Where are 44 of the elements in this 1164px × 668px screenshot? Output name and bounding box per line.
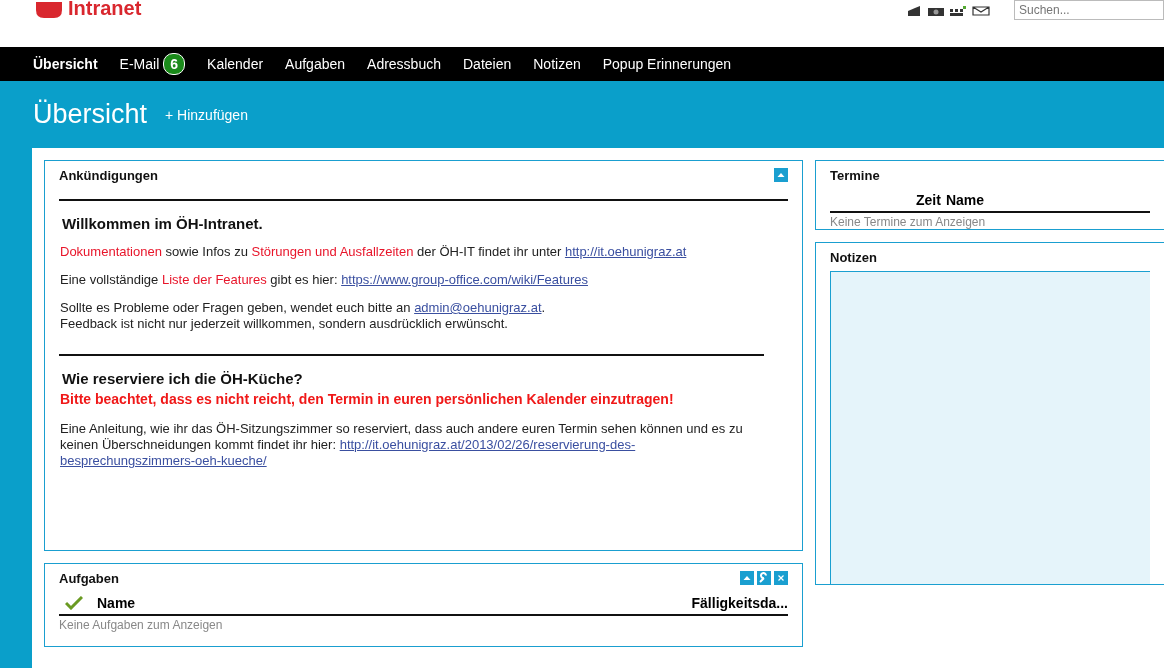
announcement-text: Dokumentationen sowie Infos zu Störungen und Ausfallzeiten der ÖH-IT findet ihr unter http://it.oehunigraz.at bbox=[60, 244, 688, 260]
nav-tab[interactable]: Dateien bbox=[452, 52, 523, 76]
panel-title: Ankündigungen bbox=[59, 167, 158, 183]
link[interactable]: http://it.oehunigraz.at/2013/02/26/reservierung-des- bbox=[339, 437, 636, 452]
grid-icon[interactable] bbox=[950, 6, 966, 16]
logo-text: Intranet bbox=[68, 0, 142, 18]
nav-tab[interactable]: E-Mail 6 bbox=[108, 49, 197, 79]
camera-icon[interactable] bbox=[928, 6, 944, 16]
empty-message: Keine Termine zum Anzeigen bbox=[830, 214, 987, 229]
nav-tab[interactable]: Popup Erinnerungen bbox=[591, 52, 743, 76]
link[interactable]: admin@oehunigraz.at bbox=[414, 300, 542, 315]
nav-tab[interactable]: Kalender bbox=[196, 52, 275, 76]
link[interactable]: https://www.group-office.com/wiki/Features bbox=[341, 272, 588, 287]
nav-tab[interactable]: Adressbuch bbox=[356, 52, 452, 76]
announcement-text: Sollte es Probleme oder Fragen geben, wendet euch bitte an admin@oehunigraz.at. Feedback ist nicht nur jederzeit willkommen, sondern ausdrücklich erwünscht. bbox=[60, 300, 547, 332]
welcome-heading: Willkommen im ÖH-Intranet. bbox=[62, 215, 264, 232]
column-header[interactable]: Name bbox=[945, 192, 985, 208]
column-header[interactable]: Zeit bbox=[916, 192, 941, 208]
nav-tab[interactable]: Aufgaben bbox=[274, 52, 357, 76]
settings-button[interactable] bbox=[757, 571, 771, 585]
column-header[interactable]: Fälligkeitsda... bbox=[691, 595, 788, 611]
nav-tab[interactable]: Notizen bbox=[522, 52, 592, 76]
empty-message: Keine Aufgaben zum Anzeigen bbox=[59, 617, 224, 632]
page-title: Übersicht bbox=[33, 99, 148, 130]
notes-field[interactable] bbox=[830, 271, 1150, 585]
column-header[interactable]: Name bbox=[97, 595, 136, 611]
unread-count: 6 bbox=[163, 53, 186, 75]
panel-title: Termine bbox=[830, 167, 880, 183]
announcement-text: Eine Anleitung, wie ihr das ÖH-Sitzungszimmer so reserviert, dass auch andere euren Termin sehen können und es zu keinen Überschneidungen kommt findet ihr hier: http://it.oehunigraz.at/2013/02/26/reservierung-des- besprechungszimmers-oeh-kueche/ bbox=[60, 421, 744, 469]
search-field[interactable]: Suchen... bbox=[1014, 0, 1164, 20]
collapse-button[interactable] bbox=[774, 168, 788, 182]
section-heading: Wie reserviere ich die ÖH-Küche? bbox=[62, 370, 304, 387]
panel-title: Notizen bbox=[830, 249, 877, 265]
announcement-text: Eine vollständige Liste der Features gibt es hier: https://www.group-office.com/wiki/Features bbox=[60, 272, 589, 288]
panel-title: Aufgaben bbox=[59, 570, 119, 586]
link[interactable]: besprechungszimmers-oeh-kueche/ bbox=[60, 453, 267, 468]
mail-icon[interactable] bbox=[972, 6, 990, 16]
warning-text: Bitte beachtet, dass es nicht reicht, den Termin in euren persönlichen Kalender einzutragen! bbox=[60, 391, 675, 407]
nav-tab[interactable]: Übersicht bbox=[22, 52, 109, 76]
logo-icon bbox=[34, 2, 64, 18]
collapse-button[interactable] bbox=[740, 571, 754, 585]
link[interactable]: http://it.oehunigraz.at bbox=[564, 244, 687, 259]
close-button[interactable] bbox=[774, 571, 788, 585]
checkmark-icon bbox=[65, 596, 83, 610]
